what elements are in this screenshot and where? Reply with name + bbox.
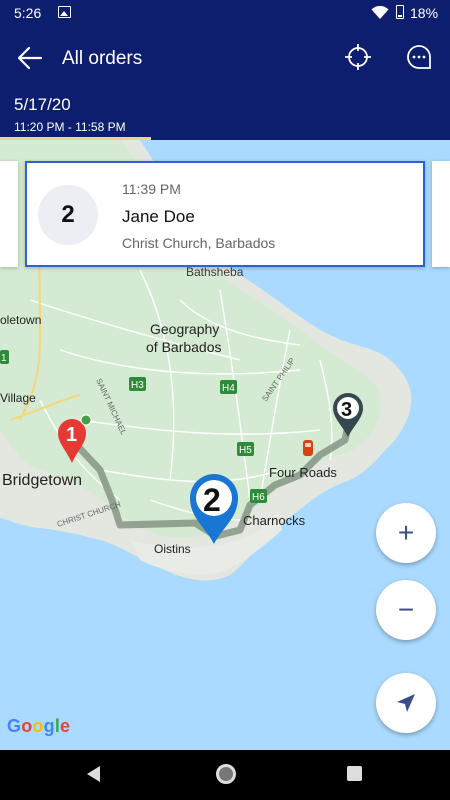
order-card-previous[interactable]	[0, 161, 18, 267]
customer-name: Jane Doe	[122, 207, 195, 226]
tab-time-range[interactable]: 11:20 PM - 11:58 PM	[14, 120, 126, 134]
order-card-next[interactable]	[432, 161, 450, 267]
tab-date[interactable]: 5/17/20	[14, 95, 71, 115]
battery-percent: 18%	[410, 5, 439, 21]
svg-text:H6: H6	[252, 492, 265, 503]
navigate-button[interactable]	[376, 673, 436, 733]
car-icon	[303, 440, 313, 456]
svg-text:H3: H3	[131, 380, 144, 391]
highway-shield-h4: H4	[220, 380, 237, 394]
map-label-bridgetown: Bridgetown	[2, 472, 82, 489]
status-time: 5:26	[14, 5, 42, 21]
app-bar: All orders 5/17/20 11:20 PM - 11:58 PM	[0, 26, 450, 140]
google-logo: Google	[7, 716, 71, 736]
nav-home-icon[interactable]	[216, 764, 236, 784]
system-nav-bar	[0, 750, 450, 800]
image-notification-icon	[58, 6, 71, 18]
map-label-charnocks: Charnocks	[243, 513, 306, 528]
order-time: 11:39 PM	[122, 181, 181, 197]
battery-icon	[396, 5, 404, 19]
order-address: Christ Church, Barbados	[122, 235, 276, 251]
wifi-icon	[371, 6, 389, 19]
crosshair-icon[interactable]	[345, 44, 371, 70]
map-label-geography-line1: Geography	[150, 321, 219, 337]
chat-bubble-icon[interactable]	[405, 43, 433, 71]
map-label-geography-line2: of Barbados	[146, 339, 222, 355]
back-arrow-icon[interactable]	[16, 44, 44, 72]
navigation-arrow-icon	[397, 694, 415, 712]
nav-recents-icon[interactable]	[347, 766, 362, 781]
map-label-village: Village	[0, 391, 36, 405]
highway-shield-h1-edge: 1	[0, 350, 9, 364]
map-label-oistins: Oistins	[154, 542, 191, 556]
highway-shield-h6: H6	[250, 489, 267, 503]
order-number-badge: 2	[38, 185, 98, 245]
highway-shield-h5: H5	[237, 442, 254, 456]
map-label-bathsheba: Bathsheba	[186, 265, 244, 279]
svg-text:H5: H5	[239, 445, 252, 456]
svg-text:H4: H4	[222, 383, 235, 394]
status-bar: 5:26 18%	[0, 0, 450, 26]
svg-text:3: 3	[341, 399, 352, 421]
order-card-selected[interactable]: 2 11:39 PM Jane Doe Christ Church, Barba…	[25, 161, 425, 267]
svg-text:1: 1	[66, 424, 77, 446]
page-title: All orders	[62, 48, 143, 69]
svg-text:1: 1	[1, 353, 7, 364]
map-label-holetown: oletown	[0, 313, 41, 327]
nav-back-icon[interactable]	[87, 766, 100, 782]
zoom-in-button[interactable]: +	[376, 503, 436, 563]
map-label-four-roads: Four Roads	[269, 465, 337, 480]
svg-text:2: 2	[203, 482, 221, 518]
highway-shield-h3: H3	[129, 377, 146, 391]
zoom-out-button[interactable]: −	[376, 580, 436, 640]
